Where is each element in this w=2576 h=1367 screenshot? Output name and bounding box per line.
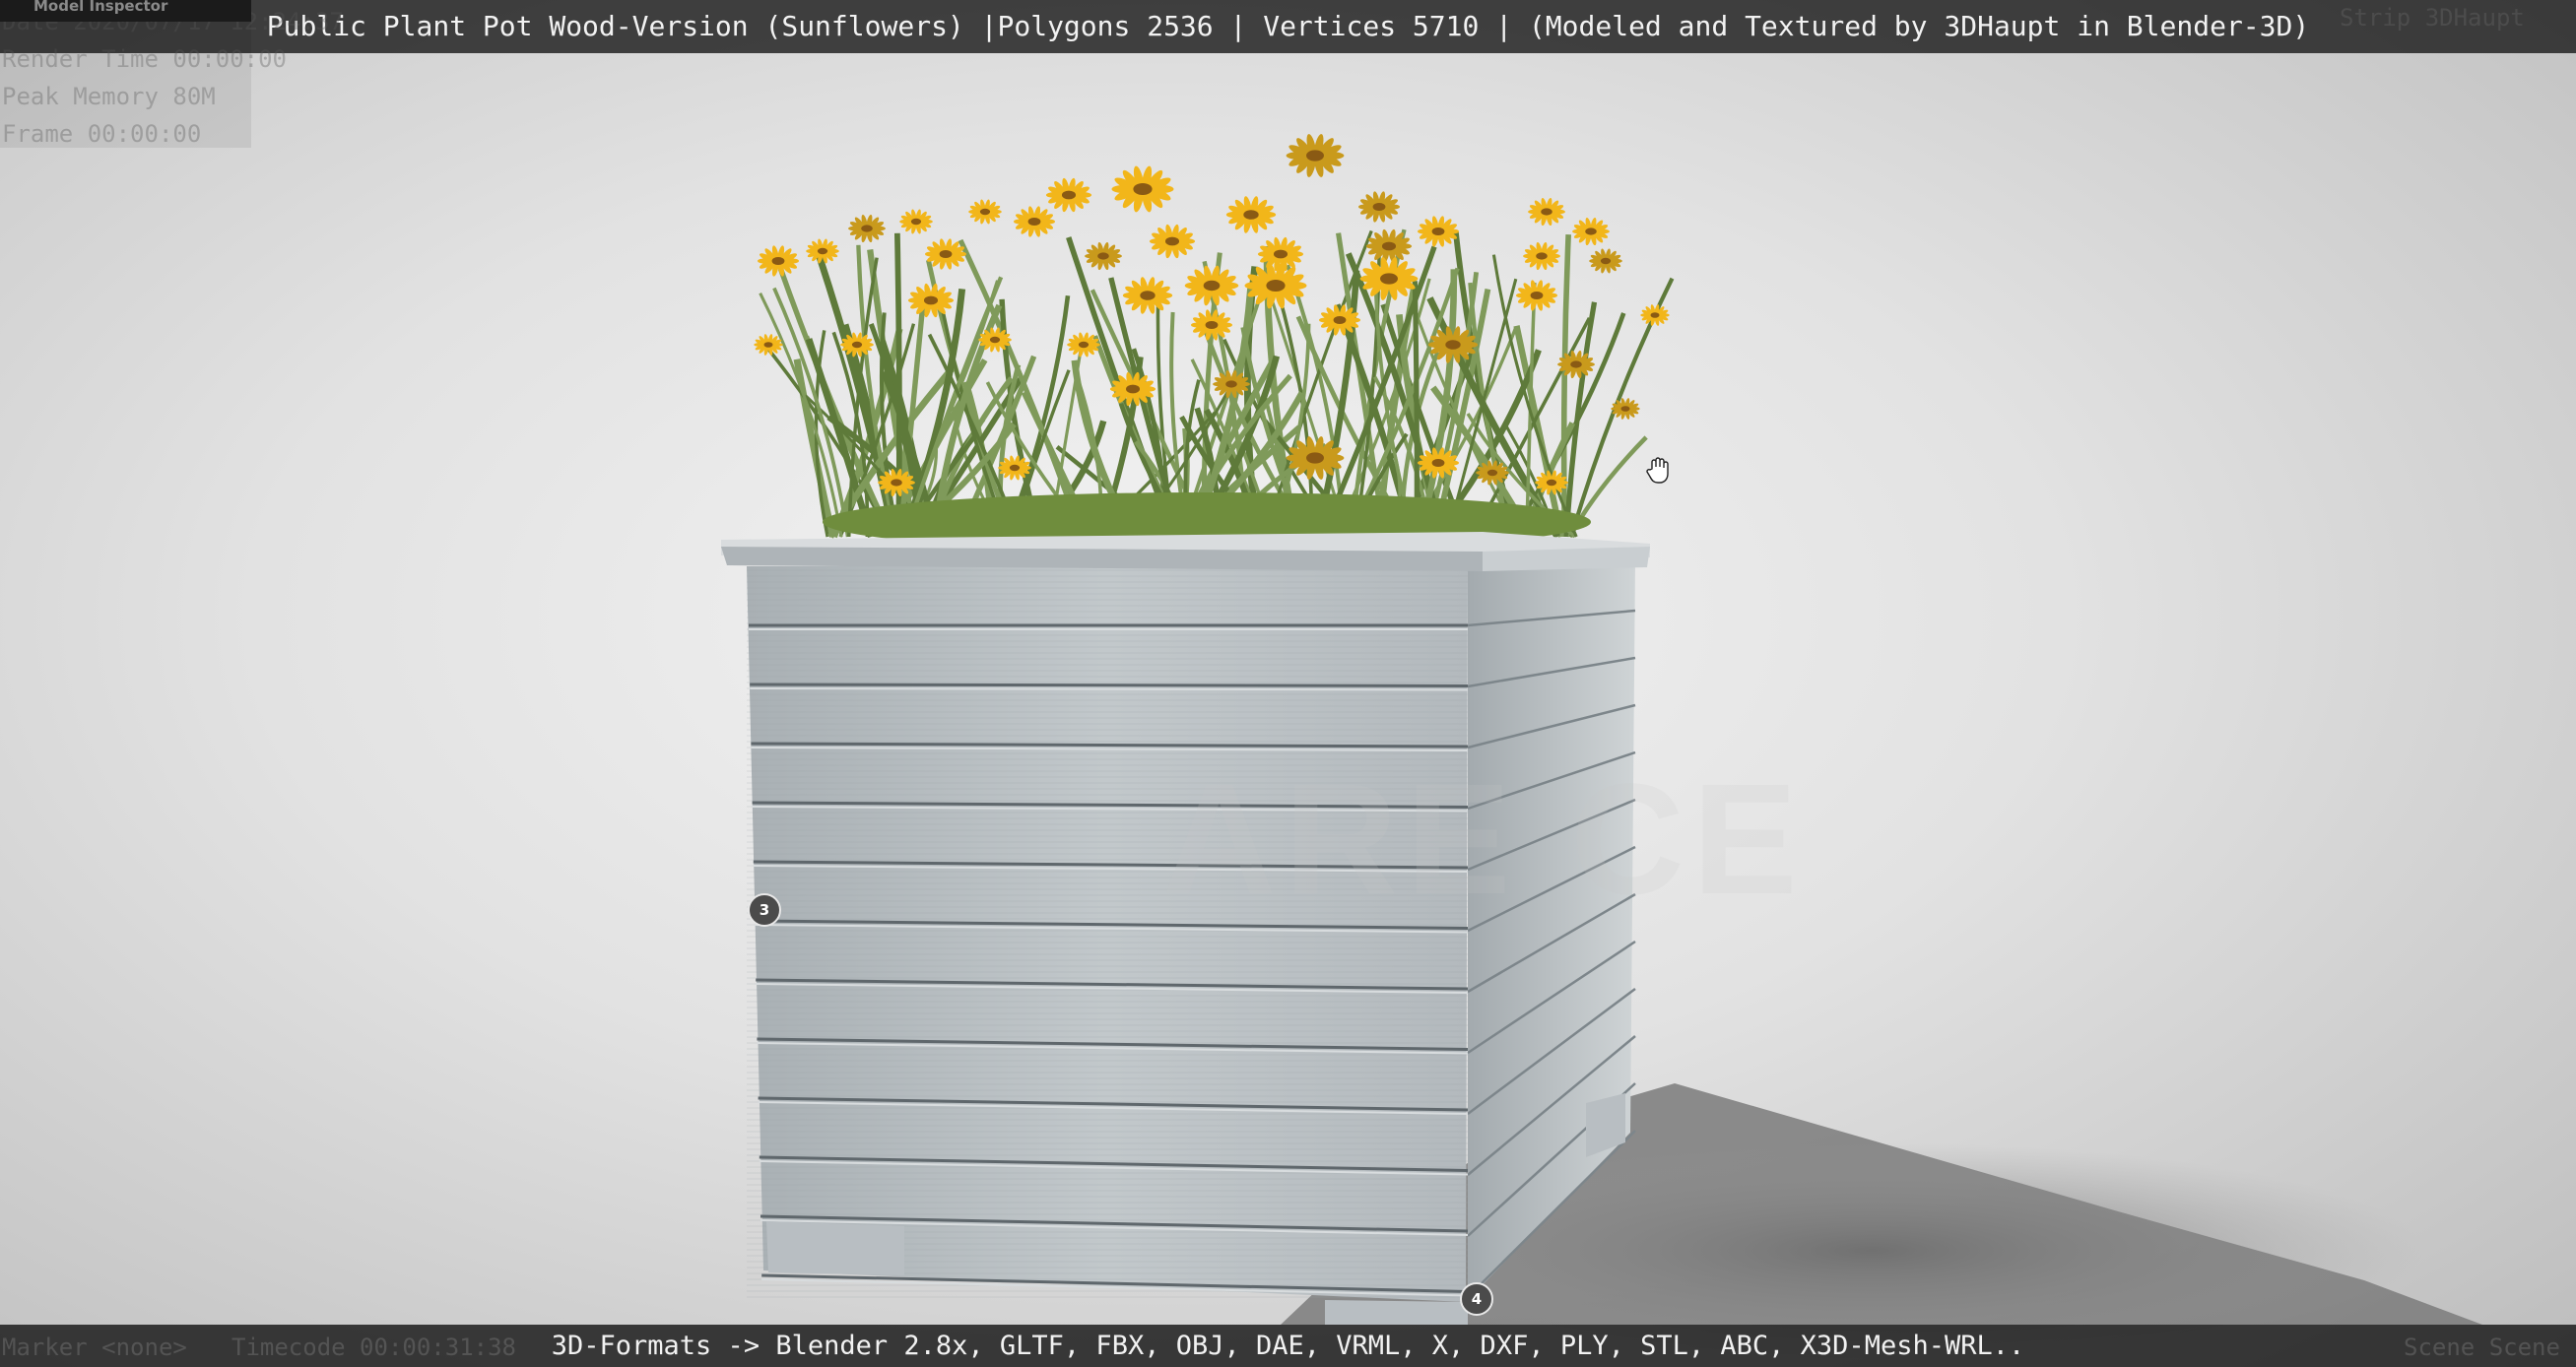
sunflower <box>1225 196 1277 233</box>
flower-center <box>817 247 828 255</box>
flower-center <box>1078 341 1090 349</box>
sunflower <box>968 199 1002 225</box>
flower-center <box>771 257 785 265</box>
flower-center <box>1140 291 1156 300</box>
sunflower <box>1572 217 1610 246</box>
flower-center <box>1546 479 1557 487</box>
annotation-hotspot-4[interactable]: 4 <box>1460 1282 1493 1316</box>
flower-center <box>851 341 863 349</box>
pot-leg-left <box>766 1221 904 1275</box>
pot-leg-right <box>1325 1300 1468 1325</box>
flower-center <box>1273 249 1288 259</box>
flower-center <box>1133 183 1153 195</box>
flower-center <box>1585 228 1597 235</box>
pot-front-grain <box>747 566 1468 1300</box>
sunflower <box>1122 277 1173 314</box>
flower-center <box>1125 384 1141 394</box>
sunflower <box>1085 241 1122 271</box>
sunflower <box>1528 197 1565 227</box>
flower-center <box>1225 380 1237 388</box>
flower-center <box>923 295 939 305</box>
model-title: Public Plant Pot Wood-Version (Sunflower… <box>266 10 2310 42</box>
sunflower <box>1589 248 1622 274</box>
flower-center <box>1536 252 1548 260</box>
flower-center <box>910 218 922 226</box>
flower-center <box>1097 252 1109 260</box>
flower-center <box>1203 280 1221 292</box>
flower-center <box>1431 459 1445 467</box>
sunflower <box>1516 280 1557 311</box>
flower-center <box>1445 340 1461 350</box>
flower-center <box>1306 452 1324 464</box>
flower-center <box>1266 280 1286 292</box>
sunflower <box>1358 191 1400 223</box>
flower-center <box>1061 190 1077 200</box>
strip-label: Strip 3DHaupt <box>2340 4 2525 32</box>
flower-center <box>1541 208 1552 216</box>
flower-center <box>1620 406 1630 412</box>
flower-center <box>989 336 1001 344</box>
stats-line: Frame 00:00:00 <box>2 120 202 148</box>
flower-center <box>1600 257 1612 265</box>
sunflower <box>907 283 955 318</box>
model-inspector-tab[interactable]: Model Inspector <box>0 0 251 22</box>
flower-center <box>1205 321 1219 329</box>
flower-center <box>1381 241 1397 251</box>
render-stats-overlay: Date 2020/07/17 12:24:37 Render Time 00:… <box>0 0 344 148</box>
sunflower-plants <box>754 134 1675 552</box>
flower-center <box>1530 292 1544 299</box>
flower-center <box>1333 316 1347 324</box>
watermark-text: ARE CE <box>1162 750 1806 927</box>
flower-center <box>1431 228 1445 235</box>
hand-grab-icon <box>1646 457 1669 484</box>
flower-center <box>1164 236 1180 246</box>
flower-center <box>1009 464 1021 472</box>
flower-center <box>1243 210 1259 220</box>
sunflower <box>1111 165 1174 213</box>
flower-center <box>1650 312 1660 318</box>
stats-line: Render Time 00:00:00 <box>2 45 287 73</box>
flower-center <box>939 250 953 258</box>
sunflower <box>1067 332 1100 358</box>
flower-center <box>763 342 773 348</box>
flower-center <box>1570 360 1582 368</box>
sunflower <box>1640 304 1670 326</box>
flower-center <box>1027 218 1041 226</box>
sunflower <box>1014 206 1055 237</box>
flower-center <box>1486 469 1498 477</box>
sunflower <box>1149 224 1196 259</box>
formats-text: 3D-Formats -> Blender 2.8x, GLTF, FBX, O… <box>551 1331 2025 1361</box>
flower-center <box>891 479 902 487</box>
sunflower <box>1045 177 1092 213</box>
flower-center <box>979 208 991 216</box>
sunflower <box>1611 398 1640 420</box>
sunflower <box>1523 241 1560 271</box>
sunflower <box>1286 134 1345 177</box>
sunflower <box>848 214 886 243</box>
sunflower <box>1418 216 1459 247</box>
model-viewport[interactable] <box>0 0 2576 1367</box>
sunflower <box>758 245 799 277</box>
flower-center <box>1372 203 1386 211</box>
stats-line: Peak Memory 80M <box>2 83 216 110</box>
flower-center <box>861 225 873 232</box>
annotation-hotspot-3[interactable]: 3 <box>748 893 781 927</box>
flower-center <box>1306 150 1324 162</box>
board-seam <box>750 683 1469 687</box>
sunflower <box>899 209 933 234</box>
sunflower <box>754 334 783 356</box>
flower-center <box>1380 273 1398 285</box>
